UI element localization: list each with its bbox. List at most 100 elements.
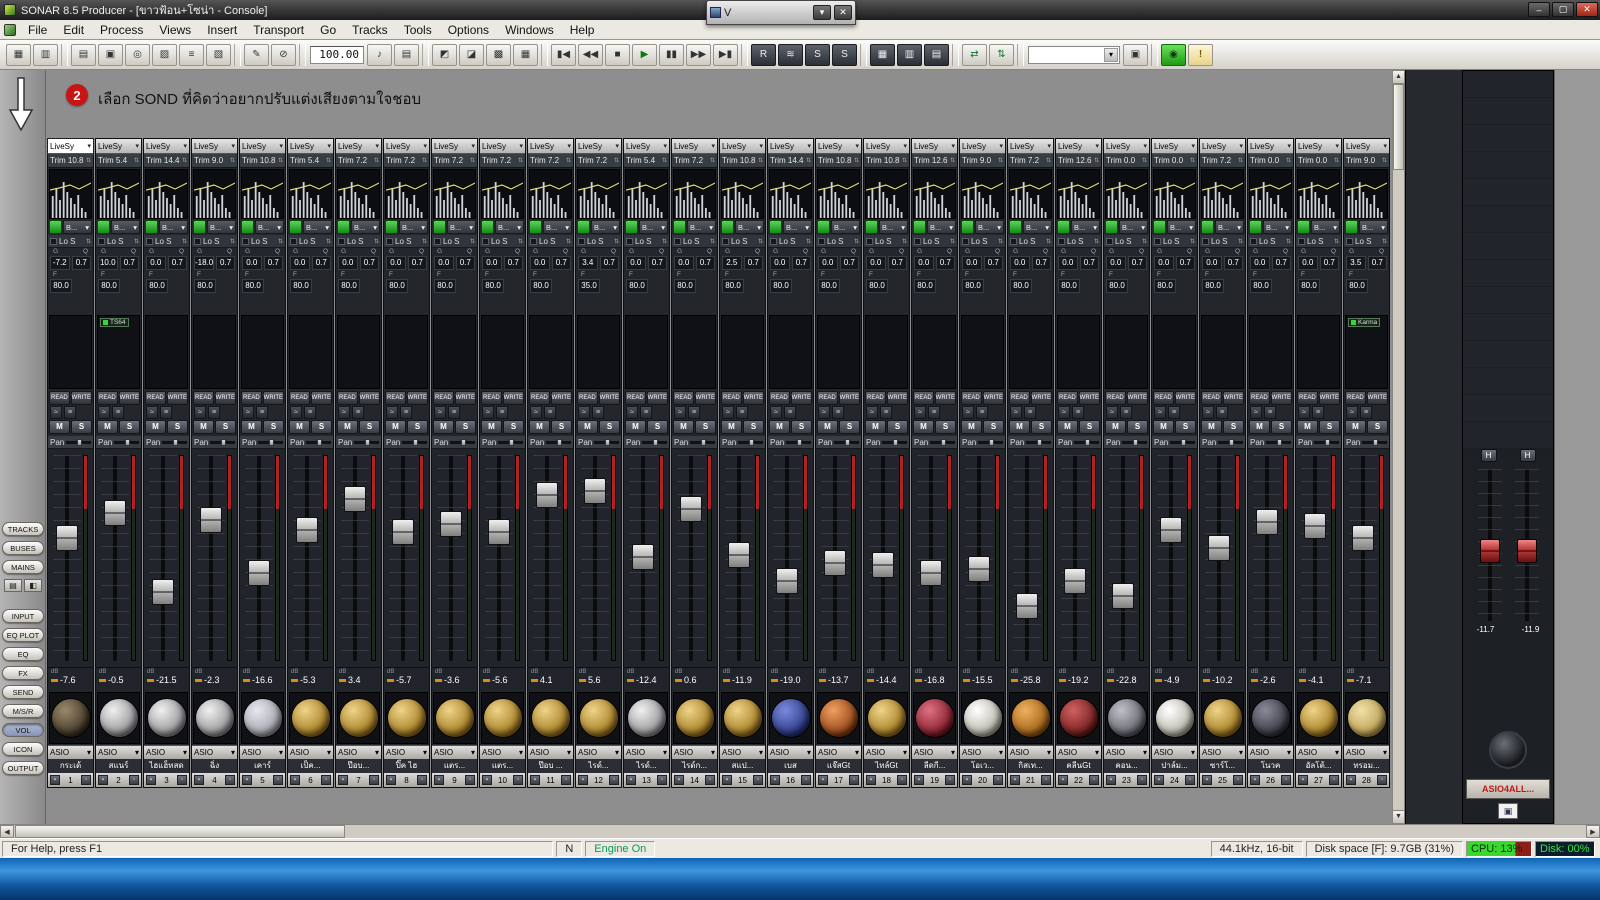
interleave-icon[interactable]: ≡ [352,406,364,419]
track-manager-icon[interactable]: ▪ [1106,775,1116,785]
volume-fader[interactable] [245,455,273,661]
solo-button[interactable]: S [311,420,332,434]
instrument-icon[interactable] [434,698,475,738]
eq-plot[interactable] [433,169,476,219]
pan-thumb[interactable] [1180,438,1186,446]
export-audio-button[interactable]: ▩ [486,43,511,66]
track-options-icon[interactable]: ▫ [945,775,955,785]
eq-plot[interactable] [481,169,524,219]
fader-db-value[interactable]: -12.4 [636,675,657,685]
fx-bin[interactable]: TS64 [97,315,140,389]
volume-fader[interactable] [869,455,897,661]
output-selector[interactable]: ASIO ▾ [1104,745,1149,759]
eq-freq-value[interactable]: 80.0 [1010,279,1032,293]
fx-bin[interactable] [145,315,188,389]
track-name[interactable]: ลีดกี... [912,759,957,773]
volume-fader[interactable] [533,455,561,661]
automation-read-button[interactable]: READ [433,391,454,405]
fx-chip[interactable]: TS64 [100,318,129,327]
compressor-row[interactable]: Lo S ⇅ [768,235,813,248]
solo-button[interactable]: S [743,420,764,434]
trim-control[interactable]: Trim 9.0 ⇅ [192,154,237,168]
trim-control[interactable]: Trim 0.0 ⇅ [1104,154,1149,168]
volume-fader[interactable] [821,455,849,661]
automation-write-button[interactable]: WRITE [934,391,956,405]
track-options-icon[interactable]: ▫ [272,775,283,785]
trim-control[interactable]: Trim 5.4 ⇅ [288,154,333,168]
pan-thumb[interactable] [316,438,322,446]
instrument-selector[interactable]: LiveSy ▾ [1152,139,1197,154]
fast-forward-button[interactable]: ▶▶ [686,43,711,66]
instrument-icon[interactable] [50,698,91,738]
compressor-row[interactable]: Lo S ⇅ [960,235,1005,248]
pan-control[interactable]: Pan [240,436,285,449]
volume-fader[interactable] [725,455,753,661]
trim-control[interactable]: Trim 0.0 ⇅ [1296,154,1341,168]
eq-freq-value[interactable]: 35.0 [578,279,600,293]
eq-plot[interactable] [913,169,956,219]
automation-write-button[interactable]: WRITE [1270,391,1292,405]
automation-read-button[interactable]: READ [1345,391,1366,405]
eq-band-selector[interactable]: B... ▾ [1071,220,1100,234]
snap-grid-button[interactable]: ▦ [870,43,895,66]
fader-db-value[interactable]: 0.6 [684,675,697,685]
track-name[interactable]: คลีนGt [1056,759,1101,773]
erase-tool-button[interactable]: ⊘ [271,43,296,66]
compressor-row[interactable]: Lo S ⇅ [288,235,333,248]
solo-button[interactable]: S [1271,420,1292,434]
eq-freq-value[interactable]: 80.0 [674,279,696,293]
eq-freq-value[interactable]: 80.0 [914,279,936,293]
pan-thumb[interactable] [1372,438,1378,446]
track-options-icon[interactable]: ▫ [801,775,811,785]
fader-handle[interactable] [968,555,990,582]
master-h-button-left[interactable]: H [1480,449,1497,462]
eq-q-value[interactable]: 0.7 [1175,256,1195,270]
pan-control[interactable]: Pan [816,436,861,449]
eq-band-selector[interactable]: B... ▾ [591,220,620,234]
mute-button[interactable]: M [865,420,886,434]
track-manager-icon[interactable]: ▪ [578,775,588,785]
compressor-enable-checkbox[interactable] [674,237,681,245]
eq-enable-button[interactable] [1057,220,1070,234]
minimize-button[interactable]: – [1528,2,1550,17]
solo-button[interactable]: S [1319,420,1340,434]
automation-write-button[interactable]: WRITE [1174,391,1196,405]
menu-file[interactable]: File [20,21,55,39]
input-echo-icon[interactable]: ≈ [578,406,590,419]
fader-db-value[interactable]: -11.9 [732,675,752,685]
compressor-enable-checkbox[interactable] [338,237,345,245]
master-h-button-right[interactable]: H [1519,449,1536,462]
solo-button[interactable]: S [935,420,956,434]
volume-fader[interactable] [149,455,177,661]
solo-button[interactable]: S [407,420,428,434]
eq-q-value[interactable]: 0.7 [791,256,811,270]
eq-plot[interactable] [385,169,428,219]
eq-band-selector[interactable]: B... ▾ [1023,220,1052,234]
eq-q-value[interactable]: 0.7 [311,256,331,270]
automation-write-button[interactable]: WRITE [70,391,92,405]
mute-button[interactable]: M [1105,420,1126,434]
automation-read-button[interactable]: READ [337,391,358,405]
eq-gain-value[interactable]: 0.0 [146,256,166,270]
mute-button[interactable]: M [961,420,982,434]
compressor-row[interactable]: Lo S ⇅ [432,235,477,248]
track-name[interactable]: โนวค [1248,759,1293,773]
pan-control[interactable]: Pan [1056,436,1101,449]
trim-control[interactable]: Trim 10.8 ⇅ [720,154,765,168]
eq-freq-value[interactable]: 80.0 [194,279,216,293]
eq-q-value[interactable]: 0.7 [599,256,619,270]
import-midi-button[interactable]: ◪ [459,43,484,66]
eq-enable-button[interactable] [1345,220,1358,234]
trim-control[interactable]: Trim 7.2 ⇅ [528,154,573,168]
fx-chip[interactable]: Karma [1348,318,1381,327]
instrument-selector[interactable]: LiveSy ▾ [768,139,813,154]
eq-q-value[interactable]: 0.7 [935,256,955,270]
solo-button[interactable]: S [1127,420,1148,434]
mute-button[interactable]: M [1345,420,1366,434]
eq-freq-value[interactable]: 80.0 [530,279,552,293]
eq-enable-button[interactable] [961,220,974,234]
eq-enable-button[interactable] [769,220,782,234]
compressor-enable-checkbox[interactable] [770,237,777,245]
eq-enable-button[interactable] [289,220,302,234]
pan-thumb[interactable] [844,438,850,446]
